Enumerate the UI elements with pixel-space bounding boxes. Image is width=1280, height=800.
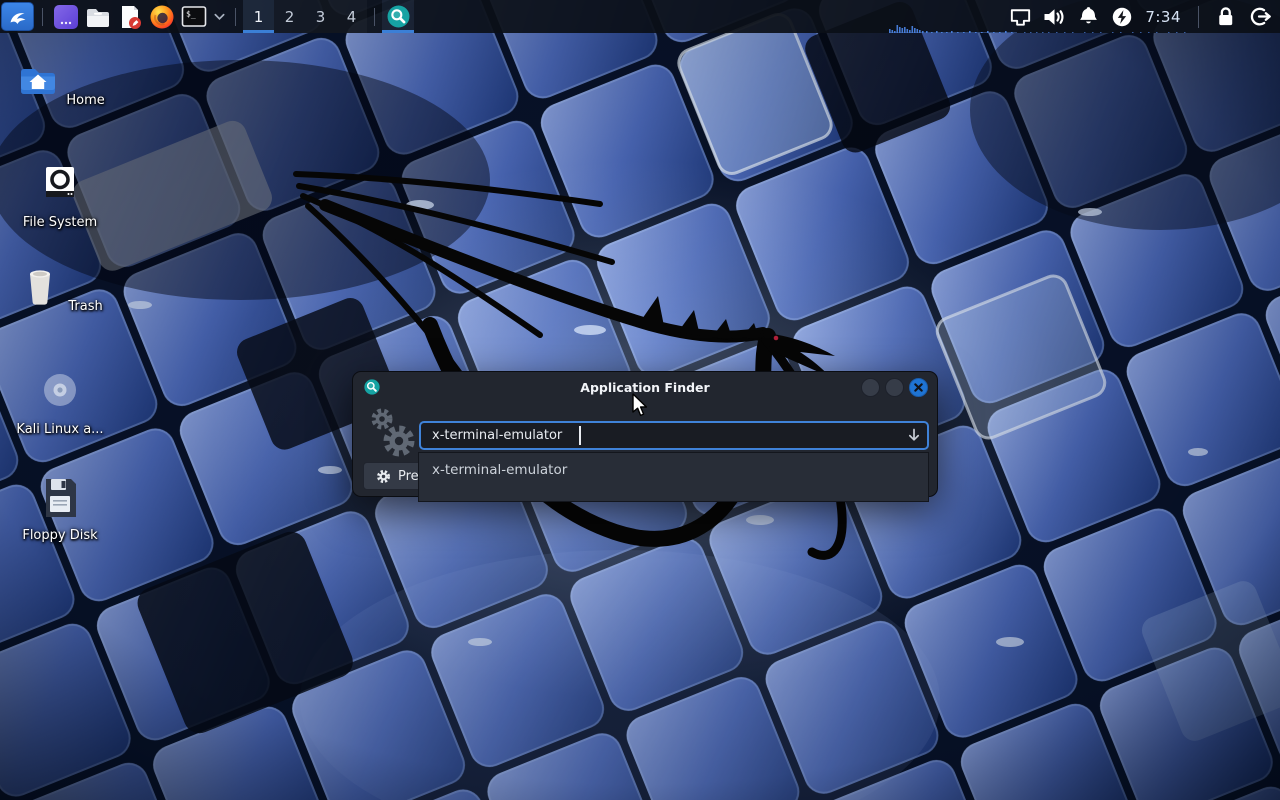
- maximize-button[interactable]: [885, 378, 904, 397]
- desktop-icon-floppy-disk[interactable]: Floppy Disk: [12, 476, 108, 544]
- window-titlebar[interactable]: Application Finder: [353, 372, 937, 402]
- desktop-icon-file-system[interactable]: File System: [12, 163, 108, 231]
- close-icon: [914, 383, 923, 392]
- text-editor-launcher[interactable]: [114, 0, 146, 33]
- desktop-icon-kali-linux[interactable]: Kali Linux a...: [12, 370, 108, 438]
- bell-icon: [1076, 4, 1101, 29]
- workspace-button-2[interactable]: 2: [274, 0, 305, 33]
- firefox-launcher[interactable]: [146, 0, 178, 33]
- panel-separator: [1198, 6, 1199, 28]
- search-input-wrap: [419, 421, 929, 450]
- desktop-icon-label: Floppy Disk: [22, 529, 97, 544]
- app-window-icon: [53, 4, 79, 30]
- svg-text:$_: $_: [186, 9, 196, 18]
- task-button-application-finder[interactable]: [382, 0, 414, 33]
- window-title: Application Finder: [353, 372, 937, 402]
- volume-icon: [1041, 4, 1067, 30]
- minimize-button[interactable]: [861, 378, 880, 397]
- file-manager-launcher[interactable]: [82, 0, 114, 33]
- workspace-button-3[interactable]: 3: [305, 0, 336, 33]
- disc-icon: [37, 370, 83, 414]
- gear-icon: [376, 469, 391, 484]
- kali-logo-icon: [7, 6, 29, 28]
- panel-separator: [374, 8, 375, 26]
- close-button[interactable]: [909, 378, 928, 397]
- top-panel: $_ 1 2 3 4: [0, 0, 1280, 33]
- terminal-icon: $_: [181, 4, 207, 30]
- desktop-icon-label: Home: [66, 94, 104, 109]
- panel-right: 7:34: [1005, 0, 1274, 33]
- lock-icon: [1213, 4, 1238, 29]
- completion-popup: x-terminal-emulator: [418, 452, 929, 502]
- notifications-tray-button[interactable]: [1073, 0, 1103, 33]
- gears-icon: [368, 407, 420, 461]
- panel-separator: [235, 8, 236, 26]
- firefox-icon: [149, 4, 175, 30]
- terminal-launcher[interactable]: $_: [178, 0, 210, 33]
- folder-icon: [85, 4, 111, 30]
- desktop-icon-label: Kali Linux a...: [16, 423, 103, 438]
- desktop-icon-label: File System: [23, 216, 97, 231]
- desktop-screen: $_ 1 2 3 4: [0, 0, 1280, 800]
- workspace-button-1[interactable]: 1: [243, 0, 274, 33]
- floppy-disk-icon: [37, 476, 83, 520]
- application-finder-icon: [387, 5, 410, 28]
- desktop-icon-label: Trash: [68, 300, 102, 315]
- application-finder-window: Application Finder: [352, 371, 938, 497]
- power-bolt-icon: [1110, 5, 1134, 29]
- chevron-down-icon: [213, 10, 226, 23]
- desktop-icon-home[interactable]: Home: [12, 60, 108, 109]
- workspace-button-4[interactable]: 4: [336, 0, 367, 33]
- network-icon: [1008, 4, 1033, 29]
- text-caret: [579, 426, 581, 445]
- panel-separator: [42, 8, 43, 26]
- panel-left: $_ 1 2 3 4: [0, 0, 414, 33]
- lock-screen-button[interactable]: [1210, 0, 1240, 33]
- volume-tray-button[interactable]: [1039, 0, 1069, 33]
- home-folder-icon: [15, 60, 61, 104]
- completion-item[interactable]: x-terminal-emulator: [419, 453, 928, 478]
- app-window-launcher[interactable]: [50, 0, 82, 33]
- document-edit-icon: [117, 4, 143, 30]
- window-buttons: [861, 378, 928, 397]
- power-manager-tray-button[interactable]: [1107, 0, 1137, 33]
- kali-applications-menu-button[interactable]: [1, 2, 34, 31]
- desktop-icon-trash[interactable]: Trash: [12, 266, 108, 315]
- trash-can-icon: [17, 266, 63, 310]
- network-tray-button[interactable]: [1005, 0, 1035, 33]
- clock[interactable]: 7:34: [1145, 8, 1181, 26]
- hard-drive-icon: [37, 163, 83, 207]
- launcher-dropdown-button[interactable]: [210, 0, 228, 33]
- logout-button[interactable]: [1244, 0, 1274, 33]
- logout-icon: [1247, 4, 1272, 29]
- application-search-input[interactable]: [419, 421, 929, 450]
